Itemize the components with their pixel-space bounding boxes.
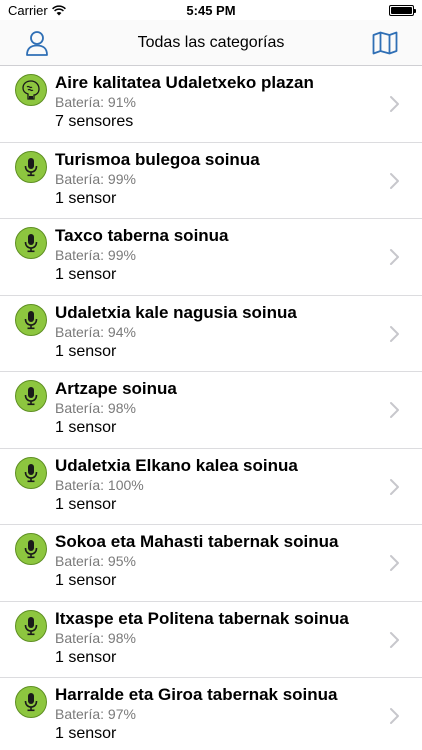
microphone-icon [15, 533, 47, 565]
profile-button[interactable] [22, 28, 52, 58]
list-item-title: Taxco taberna soinua [55, 226, 229, 245]
microphone-icon [15, 227, 47, 259]
list-item-sensor-count: 1 sensor [55, 266, 117, 283]
list-item-text: Artzape soinua Batería: 98% 1 sensor [55, 378, 382, 438]
list-item-text: Itxaspe eta Politena tabernak soinua Bate… [55, 608, 382, 668]
map-icon [372, 31, 398, 55]
map-button[interactable] [370, 28, 400, 58]
navigation-bar: Todas las categorías [0, 20, 422, 66]
chevron-right-icon [388, 171, 402, 191]
wifi-icon [51, 4, 66, 15]
list-item-sensor-count: 1 sensor [55, 725, 117, 742]
list-item[interactable]: Harralde eta Giroa tabernak soinua Baterí… [0, 678, 422, 750]
battery-fill [391, 6, 412, 14]
list-item-title: Turismoa bulegoa soinua [55, 149, 260, 169]
list-item-title: Itxaspe eta Politena tabernak soinua [55, 608, 349, 628]
chevron-right-icon [388, 553, 402, 573]
list-item-text: Udaletxia kale nagusia soinua Batería: 94… [55, 302, 382, 362]
list-item-sensor-count: 1 sensor [55, 572, 117, 589]
chevron-right-icon [388, 477, 402, 497]
sensor-group-list: Aire kalitatea Udaletxeko plazan Batería:… [0, 66, 422, 750]
list-item-title: Aire kalitatea Udaletxeko plazan [55, 73, 314, 92]
list-item-title: Udaletxia kale nagusia soinua [55, 302, 297, 322]
list-item-text: Taxco taberna soinua Batería: 99% 1 sensor [55, 225, 382, 285]
list-item-title: Udaletxia Elkano kalea soinua [55, 455, 298, 475]
microphone-icon [15, 380, 47, 412]
list-item-text: Turismoa bulegoa soinua Batería: 99% 1 sen… [55, 149, 382, 209]
list-item-battery: Batería: 91% [55, 94, 136, 110]
microphone-icon [15, 150, 47, 183]
list-item[interactable]: Artzape soinua Batería: 98% 1 sensor [0, 372, 422, 449]
list-item-battery: Batería: 99% [55, 247, 136, 263]
list-item-battery: Batería: 97% [55, 706, 136, 722]
list-item-sensor-count: 7 sensores [55, 113, 134, 130]
microphone-icon [15, 686, 47, 718]
list-item-text: Udaletxia Elkano kalea soinua Batería: 10… [55, 455, 382, 515]
chevron-right-icon [388, 94, 402, 114]
microphone-icon [15, 609, 47, 642]
list-item-sensor-count: 1 sensor [55, 189, 117, 207]
chevron-right-icon [388, 247, 402, 267]
list-item-sensor-count: 1 sensor [55, 342, 117, 360]
microphone-icon [15, 456, 47, 489]
list-item-battery: Batería: 95% [55, 553, 136, 569]
list-item-battery: Batería: 98% [55, 629, 136, 646]
list-item[interactable]: Udaletxia kale nagusia soinua Batería: 94… [0, 296, 422, 372]
page-title: Todas las categorías [137, 33, 285, 51]
list-item[interactable]: Udaletxia Elkano kalea soinua Batería: 10… [0, 449, 422, 525]
microphone-icon [15, 303, 47, 336]
list-item-battery: Batería: 99% [55, 170, 136, 187]
air-quality-icon [15, 74, 47, 106]
list-item[interactable]: Sokoa eta Mahasti tabernak soinua Batería… [0, 525, 422, 602]
list-item-battery: Batería: 100% [55, 476, 144, 493]
list-item-title: Sokoa eta Mahasti tabernak soinua [55, 532, 339, 551]
list-item-title: Harralde eta Giroa tabernak soinua [55, 685, 338, 704]
list-item-sensor-count: 1 sensor [55, 495, 117, 513]
status-bar: Carrier 5:45 PM [0, 0, 422, 20]
chevron-right-icon [388, 630, 402, 650]
list-item-text: Sokoa eta Mahasti tabernak soinua Batería… [55, 531, 382, 591]
status-left: Carrier [8, 3, 66, 18]
list-item-sensor-count: 1 sensor [55, 648, 117, 666]
chevron-right-icon [388, 324, 402, 344]
list-item-sensor-count: 1 sensor [55, 419, 117, 436]
chevron-right-icon [388, 400, 402, 420]
list-item[interactable]: Aire kalitatea Udaletxeko plazan Batería:… [0, 66, 422, 143]
chevron-right-icon [388, 706, 402, 726]
carrier-label: Carrier [8, 2, 48, 18]
list-item-battery: Batería: 98% [55, 400, 136, 416]
list-item-battery: Batería: 94% [55, 323, 136, 340]
battery-icon [389, 4, 416, 16]
user-icon [26, 31, 48, 56]
list-item[interactable]: Taxco taberna soinua Batería: 99% 1 sensor [0, 219, 422, 296]
list-item-title: Artzape soinua [55, 379, 177, 398]
list-item[interactable]: Itxaspe eta Politena tabernak soinua Bate… [0, 602, 422, 678]
list-item[interactable]: Turismoa bulegoa soinua Batería: 99% 1 sen… [0, 143, 422, 219]
list-item-text: Harralde eta Giroa tabernak soinua Baterí… [55, 684, 382, 744]
list-item-text: Aire kalitatea Udaletxeko plazan Batería:… [55, 72, 382, 132]
